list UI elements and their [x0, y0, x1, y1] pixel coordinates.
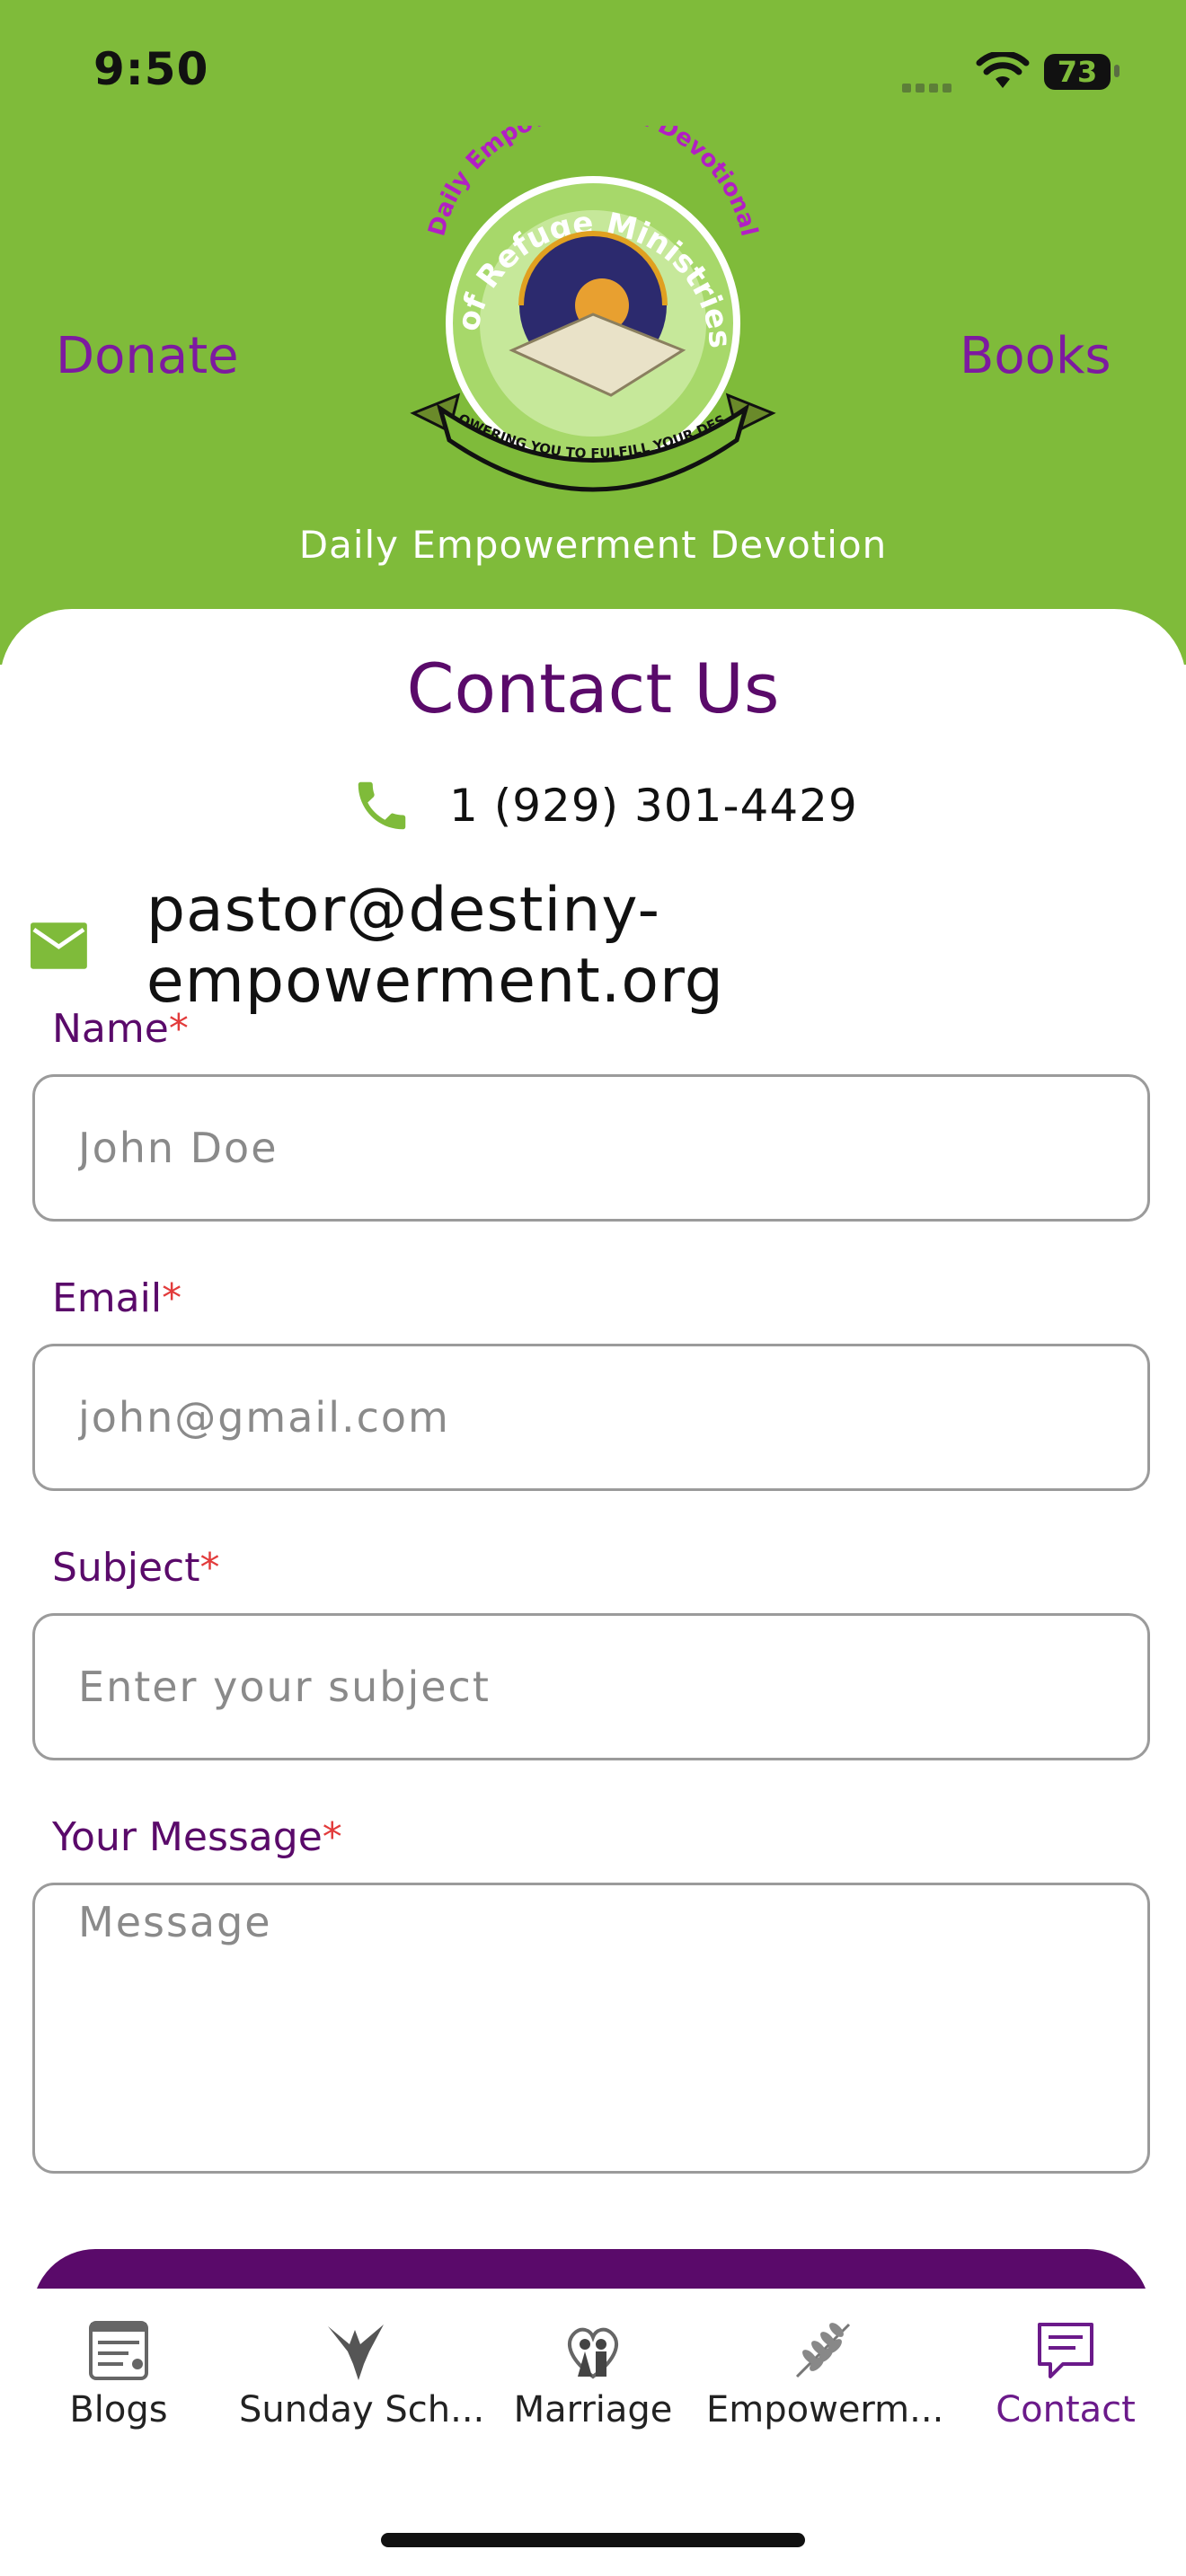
subject-field-container	[32, 1613, 1150, 1760]
email-contact[interactable]: pastor@destiny-empowerment.org	[31, 875, 1186, 1017]
page-title: Contact Us	[406, 648, 780, 728]
message-textarea[interactable]	[35, 1885, 1147, 2171]
subject-input[interactable]	[35, 1616, 1147, 1758]
phone-contact[interactable]: 1 (929) 301-4429	[350, 774, 858, 837]
required-mark: *	[322, 1814, 342, 1860]
header-subtitle: Daily Empowerment Devotion	[298, 523, 888, 567]
message-label: Your Message*	[52, 1814, 342, 1860]
mail-icon	[31, 922, 87, 969]
tab-contact[interactable]: Contact	[949, 2317, 1182, 2430]
message-field-container	[32, 1883, 1150, 2174]
subject-label: Subject*	[52, 1545, 220, 1591]
tab-label: Empowerm...	[706, 2389, 944, 2430]
tab-sunday-school[interactable]: Sunday Sch...	[239, 2317, 485, 2430]
tab-label: Marriage	[513, 2389, 673, 2430]
tab-empowerment[interactable]: Empowerm...	[706, 2317, 944, 2430]
home-indicator	[381, 2533, 805, 2547]
chat-message-icon	[1038, 2323, 1093, 2378]
blog-icon	[89, 2321, 148, 2380]
books-link[interactable]: Books	[960, 327, 1111, 385]
tab-blogs[interactable]: Blogs	[2, 2317, 235, 2430]
email-label: Email*	[52, 1275, 182, 1321]
battery-level: 73	[1044, 54, 1111, 90]
name-field-container	[32, 1074, 1150, 1222]
tab-label: Contact	[996, 2389, 1136, 2430]
email-input[interactable]	[35, 1346, 1147, 1488]
phone-number: 1 (929) 301-4429	[449, 780, 858, 832]
cellular-signal-icon	[902, 79, 956, 96]
battery-cap	[1114, 65, 1120, 77]
required-mark: *	[162, 1275, 182, 1321]
tab-marriage[interactable]: Marriage	[476, 2317, 710, 2430]
phone-icon	[358, 781, 406, 830]
eagle-icon	[328, 2325, 384, 2380]
couple-heart-icon	[568, 2327, 618, 2379]
wifi-icon	[976, 52, 1030, 88]
tab-label: Sunday Sch...	[239, 2389, 485, 2430]
leaf-branch-icon	[795, 2323, 851, 2378]
donate-link[interactable]: Donate	[56, 327, 239, 385]
name-label: Name*	[52, 1006, 189, 1052]
status-icons: 73	[902, 52, 1136, 97]
name-input[interactable]	[35, 1077, 1147, 1219]
email-field-container	[32, 1344, 1150, 1491]
required-mark: *	[199, 1545, 220, 1591]
tab-label: Blogs	[69, 2389, 168, 2430]
required-mark: *	[168, 1006, 189, 1052]
ministry-logo: Daily Empowerment Devotional City of Ref…	[377, 126, 776, 492]
email-address: pastor@destiny-empowerment.org	[146, 875, 724, 1017]
status-time: 9:50	[93, 43, 209, 95]
